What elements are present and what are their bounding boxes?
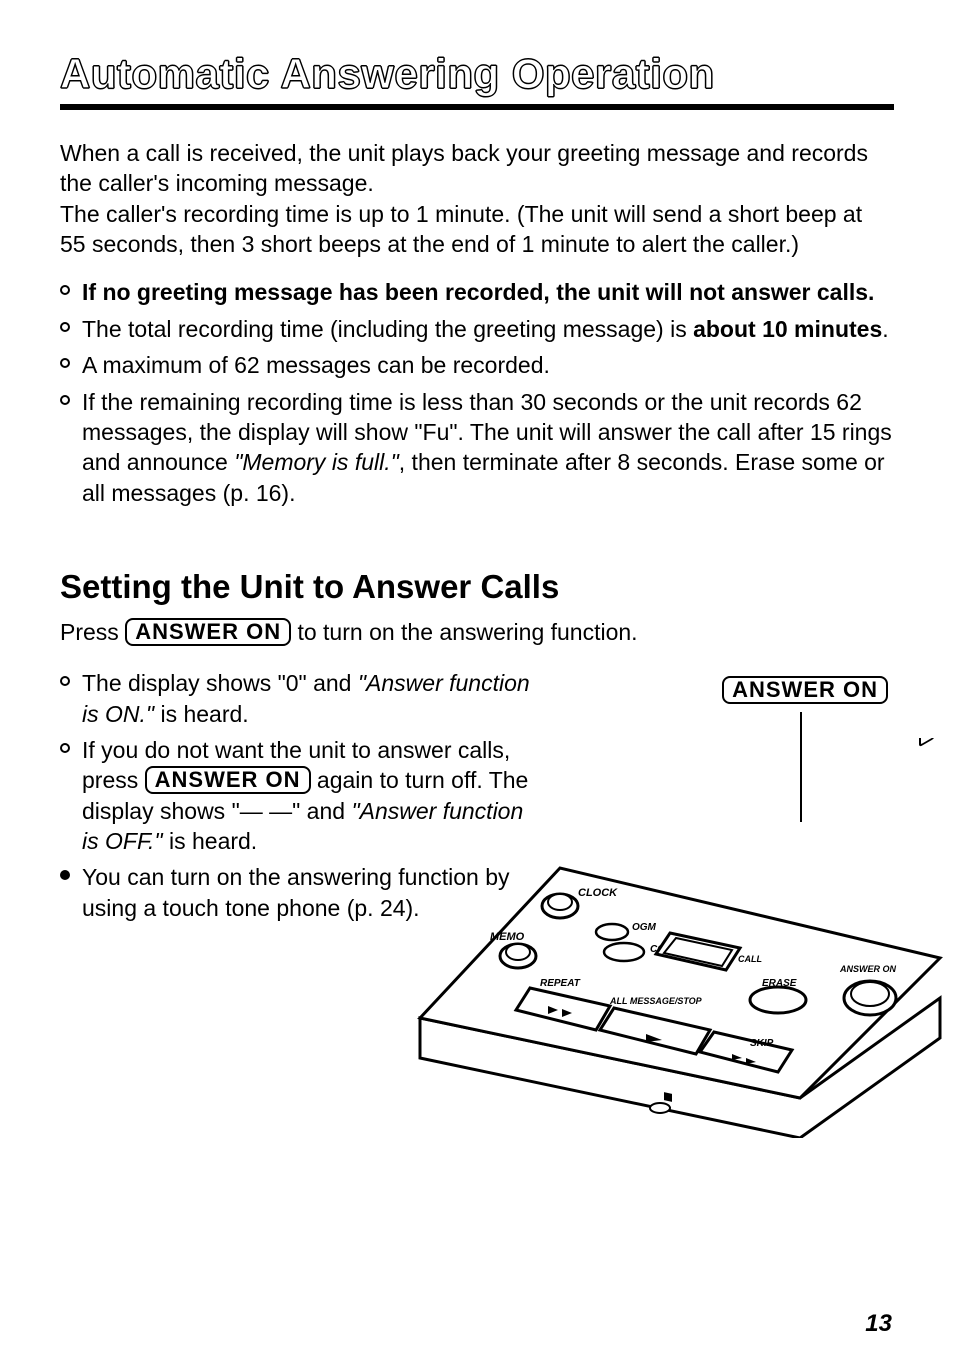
press-answer-on-line: Press ANSWER ON to turn on the answering… bbox=[60, 618, 894, 646]
note-item: If no greeting message has been recorded… bbox=[60, 277, 894, 307]
label-answeron: ANSWER ON bbox=[839, 964, 897, 974]
answering-machine-illustration: CLOCK MEMO OGM CODE CALL REPEAT bbox=[400, 738, 954, 1138]
answer-on-button-inline: ANSWER ON bbox=[145, 766, 311, 794]
top-bullet-list: If no greeting message has been recorded… bbox=[60, 277, 894, 508]
page-number: 13 bbox=[865, 1310, 892, 1338]
label-clock: CLOCK bbox=[578, 887, 618, 899]
note-item: If the remaining recording time is less … bbox=[60, 387, 894, 508]
label-repeat: REPEAT bbox=[540, 978, 581, 989]
manual-page: Automatic Answering Operation When a cal… bbox=[0, 0, 954, 1362]
page-title: Automatic Answering Operation bbox=[60, 50, 894, 110]
note-item: The total recording time (including the … bbox=[60, 314, 894, 344]
intro-paragraph: When a call is received, the unit plays … bbox=[60, 138, 894, 259]
label-ogm: OGM bbox=[632, 922, 657, 933]
callout-answer-on: ANSWER ON bbox=[722, 674, 888, 705]
note-item: The display shows "0" and "Answer functi… bbox=[60, 668, 530, 729]
label-erase: ERASE bbox=[762, 978, 797, 989]
answer-on-button-inline: ANSWER ON bbox=[125, 618, 291, 646]
section-heading: Setting the Unit to Answer Calls bbox=[60, 568, 894, 606]
label-call: CALL bbox=[738, 954, 762, 964]
label-skip: SKIP bbox=[750, 1038, 774, 1049]
label-allmsg: ALL MESSAGE/STOP bbox=[609, 996, 703, 1006]
label-memo: MEMO bbox=[490, 931, 525, 943]
note-item: A maximum of 62 messages can be recorded… bbox=[60, 350, 894, 380]
